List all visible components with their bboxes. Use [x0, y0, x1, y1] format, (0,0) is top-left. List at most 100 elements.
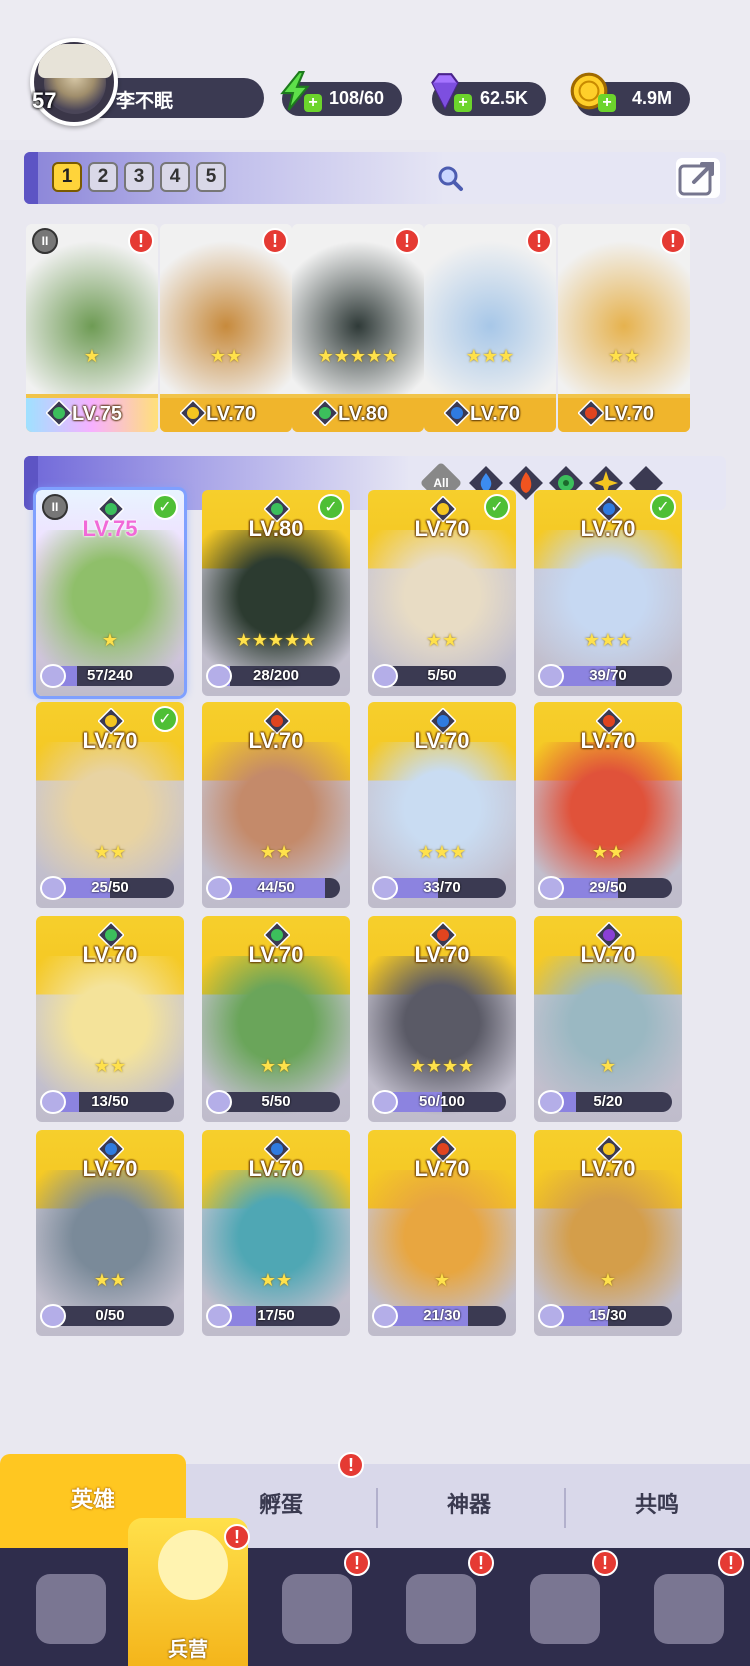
- star-rating: ★: [433, 1270, 451, 1291]
- shard-icon: [538, 876, 564, 900]
- hero-card[interactable]: LV.70 ★★★ 33/70: [368, 702, 516, 908]
- element-icon: [443, 399, 471, 427]
- hero-level: LV.70: [206, 403, 257, 425]
- hero-card[interactable]: LV.70 ★★ 0/50: [36, 1130, 184, 1336]
- shard-icon: [206, 664, 232, 688]
- hero-card[interactable]: LV.70 ★★ 5/50 ✓: [368, 490, 516, 696]
- map-icon: [282, 1574, 352, 1644]
- mushroom-icon: [530, 1574, 600, 1644]
- energy-add-icon[interactable]: +: [304, 94, 322, 112]
- hero-card[interactable]: LV.70 ★★ 17/50: [202, 1130, 350, 1336]
- gold-counter[interactable]: + 4.9M: [570, 72, 690, 116]
- hero-card[interactable]: LV.75 ★ 57/240 ✓ II: [36, 490, 184, 696]
- gem-add-icon[interactable]: +: [454, 94, 472, 112]
- team-hero-card[interactable]: ★★★ LV.70!: [424, 224, 556, 432]
- cards-icon: [36, 1574, 106, 1644]
- energy-value: 108/60: [328, 88, 384, 108]
- hero-level: LV.70: [580, 1156, 636, 1181]
- team-tab-2[interactable]: 2: [88, 162, 118, 192]
- nav-guild[interactable]: !: [500, 1550, 620, 1660]
- shard-icon: [206, 1304, 232, 1328]
- alert-icon: !: [128, 228, 154, 254]
- star-rating: ★★★: [465, 346, 515, 367]
- tab-divider: [376, 1488, 378, 1528]
- star-rating: ★★: [93, 842, 127, 863]
- element-icon: [45, 399, 73, 427]
- team-tab-1[interactable]: 1: [52, 162, 82, 192]
- hero-card[interactable]: LV.70 ★ 21/30: [368, 1130, 516, 1336]
- search-icon[interactable]: [436, 164, 464, 192]
- barracks-icon: [158, 1530, 228, 1600]
- star-rating: ★★: [607, 346, 641, 367]
- shard-icon: [40, 1090, 66, 1114]
- star-rating: ★★★: [417, 842, 467, 863]
- energy-counter[interactable]: + 108/60: [280, 71, 402, 116]
- hero-card[interactable]: LV.70 ★ 15/30: [534, 1130, 682, 1336]
- shard-icon: [40, 1304, 66, 1328]
- hero-level: LV.70: [82, 1156, 138, 1181]
- hero-level: LV.70: [414, 516, 470, 541]
- share-icon[interactable]: [676, 158, 720, 198]
- shard-icon: [538, 1304, 564, 1328]
- team-hero-card[interactable]: ★★ LV.70!: [558, 224, 690, 432]
- player-name-pill[interactable]: 李不眠: [96, 78, 264, 118]
- hero-card[interactable]: LV.70 ★★★ 39/70 ✓: [534, 490, 682, 696]
- hero-card[interactable]: LV.70 ★★ 5/50: [202, 916, 350, 1122]
- sub-tab-bar: 英雄 孵蛋 ! 神器 共鸣: [0, 1452, 750, 1548]
- hero-level: LV.70: [470, 403, 521, 425]
- hatch-alert-icon: !: [338, 1452, 364, 1478]
- player-name: 李不眠: [116, 90, 174, 112]
- hero-level: LV.70: [82, 728, 138, 753]
- team-selector-bar: 1 2 3 4 5: [24, 152, 726, 204]
- team-hero-card[interactable]: ★★★★★ LV.80!: [292, 224, 424, 432]
- star-rating: ★★★★★: [317, 346, 399, 367]
- hero-level: LV.75: [72, 403, 123, 425]
- star-rating: ★: [599, 1056, 617, 1077]
- hero-level: LV.80: [338, 403, 389, 425]
- team-tab-4[interactable]: 4: [160, 162, 190, 192]
- star-rating: ★★: [425, 630, 459, 651]
- hero-card[interactable]: LV.70 ★★ 25/50 ✓: [36, 702, 184, 908]
- tab-resonance-label: 共鸣: [634, 1493, 679, 1518]
- hero-card[interactable]: LV.70 ★★ 29/50: [534, 702, 682, 908]
- star-rating: ★★: [591, 842, 625, 863]
- gem-counter[interactable]: + 62.5K: [431, 73, 546, 116]
- hero-card[interactable]: LV.70 ★★ 44/50: [202, 702, 350, 908]
- hero-level: LV.70: [414, 942, 470, 967]
- hero-level: LV.70: [604, 403, 655, 425]
- team-tab-3[interactable]: 3: [124, 162, 154, 192]
- hero-level: LV.70: [248, 728, 304, 753]
- nav-map[interactable]: !: [252, 1550, 372, 1660]
- hero-card[interactable]: LV.70 ★★★★ 50/100: [368, 916, 516, 1122]
- hero-level: LV.70: [248, 1156, 304, 1181]
- gold-add-icon[interactable]: +: [598, 94, 616, 112]
- deployed-check-icon: ✓: [318, 494, 344, 520]
- hero-card[interactable]: LV.70 ★ 5/20: [534, 916, 682, 1122]
- tab-artifact[interactable]: 神器: [376, 1464, 562, 1548]
- alert-icon: !: [394, 228, 420, 254]
- nav-cards[interactable]: [6, 1556, 126, 1660]
- star-rating: ★: [101, 630, 119, 651]
- hero-level: LV.70: [580, 728, 636, 753]
- shard-icon: [538, 1090, 564, 1114]
- nav-banner[interactable]: !: [624, 1550, 744, 1660]
- hero-level: LV.70: [414, 1156, 470, 1181]
- hero-level: LV.70: [248, 942, 304, 967]
- shard-icon: [538, 664, 564, 688]
- deployed-check-icon: ✓: [650, 494, 676, 520]
- star-rating: ★★: [259, 1270, 293, 1291]
- team-hero-card[interactable]: ★ LV.75! II: [26, 224, 158, 432]
- castle-icon: [406, 1574, 476, 1644]
- nav-barracks[interactable]: 兵营 !: [128, 1518, 250, 1666]
- team-hero-card[interactable]: ★★ LV.70!: [160, 224, 292, 432]
- star-rating: ★★: [209, 346, 243, 367]
- hero-card[interactable]: LV.80 ★★★★★ 28/200 ✓: [202, 490, 350, 696]
- tab-resonance[interactable]: 共鸣: [564, 1464, 750, 1548]
- hero-card[interactable]: LV.70 ★★ 13/50: [36, 916, 184, 1122]
- banner-alert-icon: !: [718, 1550, 744, 1576]
- castle-alert-icon: !: [468, 1550, 494, 1576]
- bar-cap: [24, 152, 38, 204]
- team-tab-5[interactable]: 5: [196, 162, 226, 192]
- star-rating: ★★: [259, 1056, 293, 1077]
- nav-castle[interactable]: !: [376, 1550, 496, 1660]
